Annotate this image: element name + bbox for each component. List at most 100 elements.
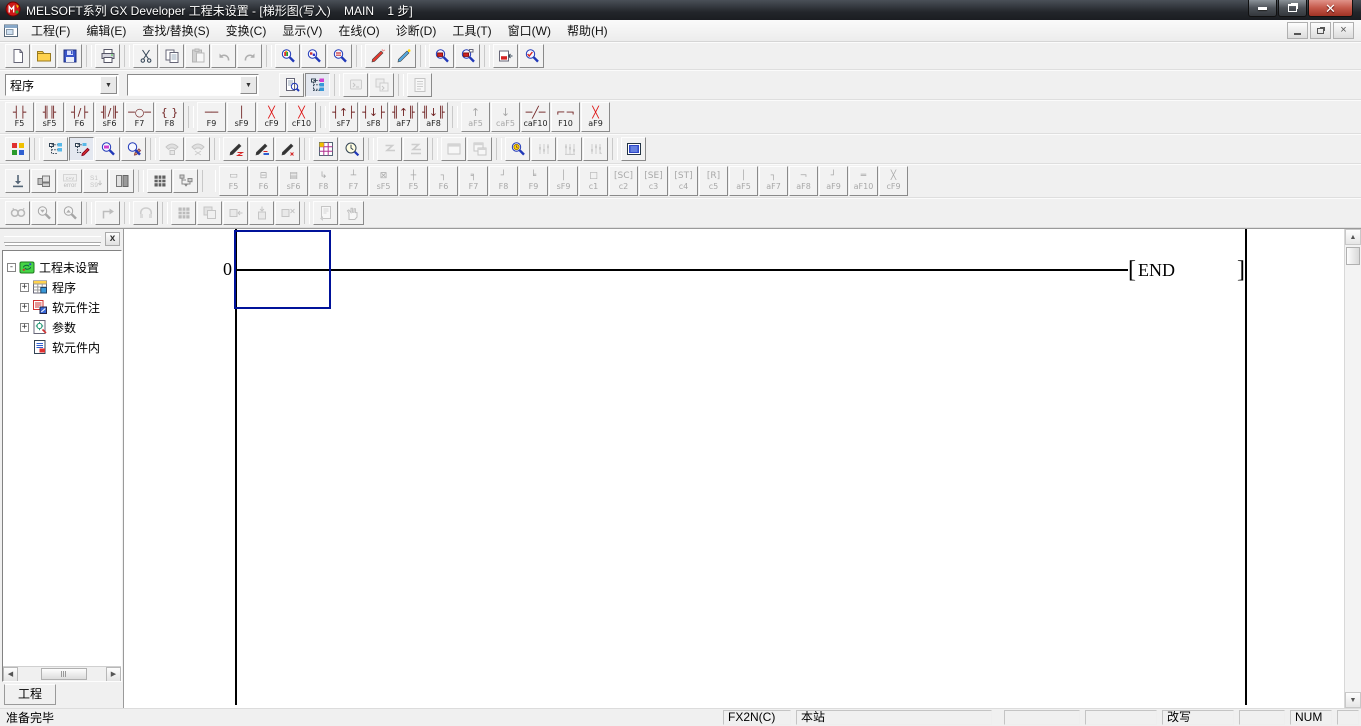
device-batch-monitor-button[interactable] xyxy=(429,44,454,68)
chevron-down-icon[interactable]: ▼ xyxy=(100,76,117,94)
menu-convert[interactable]: 变换(C) xyxy=(218,20,275,41)
find-instruction-button[interactable] xyxy=(301,44,326,68)
minimize-button[interactable] xyxy=(1248,0,1277,17)
device-comment-button[interactable] xyxy=(223,137,248,161)
rising-pulse-branch-button[interactable]: ╢↑╟aF7 xyxy=(389,102,418,132)
tree-hscroll-thumb[interactable] xyxy=(41,668,87,680)
falling-pulse-button[interactable]: ┤↓├sF8 xyxy=(359,102,388,132)
child-restore-button[interactable] xyxy=(1310,22,1331,39)
copy-button[interactable] xyxy=(159,44,184,68)
child-minimize-button[interactable] xyxy=(1287,22,1308,39)
toolbar-separator xyxy=(150,138,156,160)
edit-cursor[interactable] xyxy=(234,230,331,309)
project-data-list-button[interactable] xyxy=(305,73,330,97)
tree-item-program[interactable]: +程序 xyxy=(7,277,121,297)
invert-operation-result-button[interactable]: ─╱─caF10 xyxy=(521,102,550,132)
expand-icon[interactable]: + xyxy=(20,323,29,332)
clock-setting-button[interactable] xyxy=(339,137,364,161)
application-instruction-button[interactable]: { }F8 xyxy=(155,102,184,132)
expand-icon[interactable]: + xyxy=(20,283,29,292)
program-check-monitor-button[interactable] xyxy=(519,44,544,68)
menu-online[interactable]: 在线(O) xyxy=(330,20,387,41)
save-project-button[interactable] xyxy=(57,44,82,68)
panel-grip-handle[interactable] xyxy=(4,236,101,243)
vscroll-track[interactable] xyxy=(1345,245,1361,692)
transfer-setup-button[interactable] xyxy=(493,44,518,68)
menu-help[interactable]: 帮助(H) xyxy=(559,20,616,41)
chevron-down-icon[interactable]: ▼ xyxy=(240,76,257,94)
data-name-combo[interactable]: ▼ xyxy=(127,74,259,96)
tree-horizontal-scrollbar[interactable]: ◀ ▶ xyxy=(3,666,121,681)
restore-button[interactable] xyxy=(1278,0,1307,17)
find-device-button[interactable] xyxy=(275,44,300,68)
cut-button[interactable] xyxy=(133,44,158,68)
buffer-batch-monitor-button[interactable] xyxy=(455,44,480,68)
tree-item-device-memory[interactable]: 软元件内 xyxy=(7,337,121,357)
sfc-rule-r-key-label: c5 xyxy=(709,182,719,191)
horizontal-line-button[interactable]: ──F9 xyxy=(197,102,226,132)
end-instruction[interactable]: [END ] xyxy=(1128,256,1245,284)
device-comment-edit-button[interactable] xyxy=(391,44,416,68)
vscroll-thumb[interactable] xyxy=(1346,247,1360,265)
find-prev-button xyxy=(57,201,82,225)
scroll-up-icon[interactable]: ▲ xyxy=(1345,229,1361,245)
scroll-right-icon[interactable]: ▶ xyxy=(106,667,121,682)
collapse-icon[interactable]: - xyxy=(7,263,16,272)
sfc-tree-display-button[interactable] xyxy=(173,169,198,193)
menu-find-replace[interactable]: 查找/替换(S) xyxy=(134,20,217,41)
ladder-logic-test-button[interactable] xyxy=(5,137,30,161)
monitor-start-button[interactable] xyxy=(505,137,530,161)
menu-project[interactable]: 工程(F) xyxy=(23,20,78,41)
device-memory-entry-button[interactable] xyxy=(313,137,338,161)
read-mode-button[interactable] xyxy=(43,137,68,161)
open-branch-button[interactable]: ╢╟sF5 xyxy=(35,102,64,132)
delete-vertical-line-button[interactable]: ╳cF10 xyxy=(287,102,316,132)
closed-branch-button[interactable]: ╢/╟sF6 xyxy=(95,102,124,132)
closed-contact-button[interactable]: ┤/├F6 xyxy=(65,102,94,132)
open-contact-button[interactable]: ┤├F5 xyxy=(5,102,34,132)
menu-view[interactable]: 显示(V) xyxy=(274,20,330,41)
write-line-button[interactable]: ⌐¬F10 xyxy=(551,102,580,132)
rising-pulse-button[interactable]: ┤↑├sF7 xyxy=(329,102,358,132)
menu-window[interactable]: 窗口(W) xyxy=(500,20,559,41)
scroll-left-icon[interactable]: ◀ xyxy=(3,667,18,682)
tree-item-project-root[interactable]: -工程未设置 xyxy=(7,257,121,277)
falling-pulse-branch-button[interactable]: ╢↓╟aF8 xyxy=(419,102,448,132)
tree-hscroll-track[interactable] xyxy=(18,667,106,682)
sfc-step-insert-button[interactable] xyxy=(5,169,30,193)
print-button[interactable] xyxy=(95,44,120,68)
menu-tools[interactable]: 工具(T) xyxy=(444,20,499,41)
monitor-mode-button[interactable] xyxy=(95,137,120,161)
sfc-block-copy-button[interactable] xyxy=(31,169,56,193)
statement-button[interactable] xyxy=(249,137,274,161)
write-mode-button[interactable] xyxy=(69,137,94,161)
menu-diagnostics[interactable]: 诊断(D) xyxy=(388,20,445,41)
coil-button[interactable]: ─○─F7 xyxy=(125,102,154,132)
close-button[interactable]: ✕ xyxy=(1308,0,1353,17)
open-project-button[interactable] xyxy=(31,44,56,68)
tree-item-device-comment[interactable]: +软元件注 xyxy=(7,297,121,317)
sfc-zoom-display-button[interactable] xyxy=(147,169,172,193)
ladder-editor[interactable]: 0 [END ] xyxy=(123,229,1344,708)
toolbar-separator xyxy=(496,138,502,160)
entry-ladder-monitor-button[interactable] xyxy=(621,137,646,161)
monitor-write-mode-button[interactable] xyxy=(121,137,146,161)
note-button[interactable] xyxy=(275,137,300,161)
comment-display-button[interactable] xyxy=(279,73,304,97)
ladder-symbol-edit-button[interactable] xyxy=(365,44,390,68)
program-type-combo[interactable]: 程序 ▼ xyxy=(5,74,119,96)
tree-item-parameter[interactable]: +参数 xyxy=(7,317,121,337)
menu-edit[interactable]: 编辑(E) xyxy=(78,20,134,41)
vertical-line-button[interactable]: │sF9 xyxy=(227,102,256,132)
tab-project[interactable]: 工程 xyxy=(4,684,56,705)
delete-line-button[interactable]: ╳aF9 xyxy=(581,102,610,132)
sfc-block-split-button[interactable] xyxy=(109,169,134,193)
editor-vertical-scrollbar[interactable]: ▲ ▼ xyxy=(1344,229,1361,708)
new-project-button[interactable] xyxy=(5,44,30,68)
delete-horizontal-line-button[interactable]: ╳cF9 xyxy=(257,102,286,132)
find-string-button[interactable] xyxy=(327,44,352,68)
panel-close-button[interactable]: x xyxy=(105,232,120,246)
expand-icon[interactable]: + xyxy=(20,303,29,312)
child-close-button[interactable]: × xyxy=(1333,22,1354,39)
scroll-down-icon[interactable]: ▼ xyxy=(1345,692,1361,708)
